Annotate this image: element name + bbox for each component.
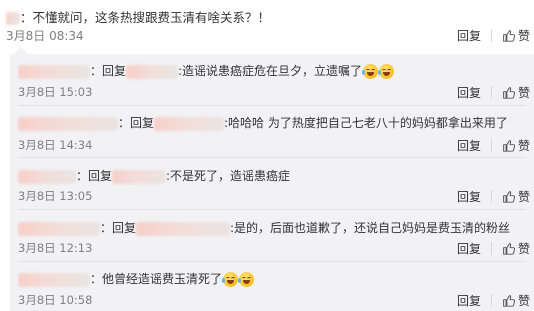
main-comment: ：不懂就问，这条热搜跟费玉清有啥关系？！ 3月8日 08:34 回复 赞 (0, 0, 534, 50)
like-label: 赞 (517, 294, 530, 308)
reply-text-line: ：回复 :不是死了，造谣患癌症 (18, 167, 290, 184)
main-comment-line: ：不懂就问，这条热搜跟费玉清有啥关系？！ (6, 7, 270, 26)
reply-actions: 回复 赞 (457, 84, 530, 101)
reply-date: 3月8日 14:34 (18, 138, 93, 152)
reply-item: ：回复 :是的，后面也道歉了，还说自己妈妈是费玉清的粉丝 3月8日 12:13 回… (10, 210, 534, 260)
blurred-mention[interactable] (126, 64, 179, 79)
blurred-username[interactable] (18, 221, 100, 236)
reply-date: 3月8日 15:03 (18, 85, 93, 99)
action-divider (490, 139, 492, 152)
reply-button[interactable]: 回复 (457, 137, 481, 154)
reply-actions: 回复 赞 (457, 137, 530, 154)
like-button[interactable]: 赞 (502, 27, 530, 44)
action-divider (490, 190, 492, 203)
reply-date: 3月8日 10:58 (18, 293, 93, 307)
laugh-cry-emoji-icon (378, 64, 395, 79)
reply-prefix: ：回复 (118, 116, 155, 130)
reply-item: ：回复 :不是死了，造谣患癌症 3月8日 13:05 回复 赞 (10, 158, 534, 208)
laugh-cry-emoji-icon (362, 64, 379, 79)
reply-prefix: ：他曾经造谣费玉清死了 (90, 272, 223, 286)
laugh-cry-emoji-icon (222, 272, 239, 287)
reply-list: ：回复 :造谣说患癌症危在旦夕，立遗嘱了 3月8日 15:03 回复 赞 ：回复:… (10, 54, 534, 311)
main-comment-date: 3月8日 08:34 (6, 29, 84, 43)
blurred-username[interactable] (18, 116, 118, 131)
reply-text-line: ：回复 :造谣说患癌症危在旦夕，立遗嘱了 (18, 62, 395, 79)
reply-actions: 回复 赞 (457, 292, 530, 309)
main-comment-actions: 回复 赞 (457, 27, 530, 44)
reply-prefix: ：回复 (100, 221, 137, 235)
action-divider (490, 86, 492, 99)
thumbs-up-icon (503, 140, 515, 152)
thumbs-up-icon (503, 295, 515, 307)
reply-button[interactable]: 回复 (457, 240, 481, 257)
thumbs-up-icon (503, 87, 515, 99)
like-button[interactable]: 赞 (502, 84, 530, 101)
laugh-cry-emoji-icon (238, 272, 255, 287)
reply-button[interactable]: 回复 (457, 84, 481, 101)
action-divider (490, 242, 492, 255)
reply-actions: 回复 赞 (457, 188, 530, 205)
reply-actions: 回复 赞 (457, 240, 530, 257)
like-button[interactable]: 赞 (502, 137, 530, 154)
action-divider (490, 29, 492, 42)
like-label: 赞 (517, 139, 530, 153)
reply-date: 3月8日 13:05 (18, 189, 93, 203)
like-button[interactable]: 赞 (502, 240, 530, 257)
blurred-username[interactable] (18, 272, 90, 287)
thumbs-up-icon (503, 30, 515, 42)
reply-text: :造谣说患癌症危在旦夕，立遗嘱了 (178, 64, 363, 78)
reply-panel-caret (14, 47, 28, 54)
reply-prefix: ：回复 (90, 64, 127, 78)
reply-item: ：回复:哈哈哈 为了热度把自己七老八十的妈妈都拿出来用了 3月8日 14:34 … (10, 106, 534, 156)
reply-text: :哈哈哈 为了热度把自己七老八十的妈妈都拿出来用了 (224, 116, 508, 130)
reply-button[interactable]: 回复 (457, 292, 481, 309)
blurred-mention[interactable] (112, 169, 167, 184)
like-label: 赞 (517, 190, 530, 204)
reply-item: ：他曾经造谣费玉清死了 3月8日 10:58 回复 赞 (10, 262, 534, 311)
blurred-username[interactable] (18, 64, 90, 79)
like-label: 赞 (517, 29, 530, 43)
like-label: 赞 (517, 86, 530, 100)
reply-date: 3月8日 12:13 (18, 241, 93, 255)
like-label: 赞 (517, 242, 530, 256)
like-button[interactable]: 赞 (502, 292, 530, 309)
like-button[interactable]: 赞 (502, 188, 530, 205)
reply-text-line: ：回复 :哈哈哈 为了热度把自己七老八十的妈妈都拿出来用了 (18, 114, 508, 131)
blurred-username[interactable] (6, 12, 20, 25)
thumbs-up-icon (503, 191, 515, 203)
reply-button[interactable]: 回复 (457, 188, 481, 205)
reply-text: :是的，后面也道歉了，还说自己妈妈是费玉清的粉丝 (230, 221, 511, 235)
reply-text: :不是死了，造谣患癌症 (166, 169, 291, 183)
blurred-mention[interactable] (154, 116, 225, 131)
thumbs-up-icon (503, 243, 515, 255)
reply-prefix: ：回复 (76, 169, 113, 183)
reply-button[interactable]: 回复 (457, 27, 481, 44)
reply-text-line: ：回复 :是的，后面也道歉了，还说自己妈妈是费玉清的粉丝 (18, 219, 510, 236)
main-comment-text: ：不懂就问，这条热搜跟费玉清有啥关系？！ (20, 10, 271, 25)
reply-item: ：回复 :造谣说患癌症危在旦夕，立遗嘱了 3月8日 15:03 回复 赞 (10, 54, 534, 104)
blurred-mention[interactable] (136, 221, 231, 236)
reply-text-line: ：他曾经造谣费玉清死了 (18, 270, 255, 287)
action-divider (490, 294, 492, 307)
blurred-username[interactable] (18, 169, 76, 184)
